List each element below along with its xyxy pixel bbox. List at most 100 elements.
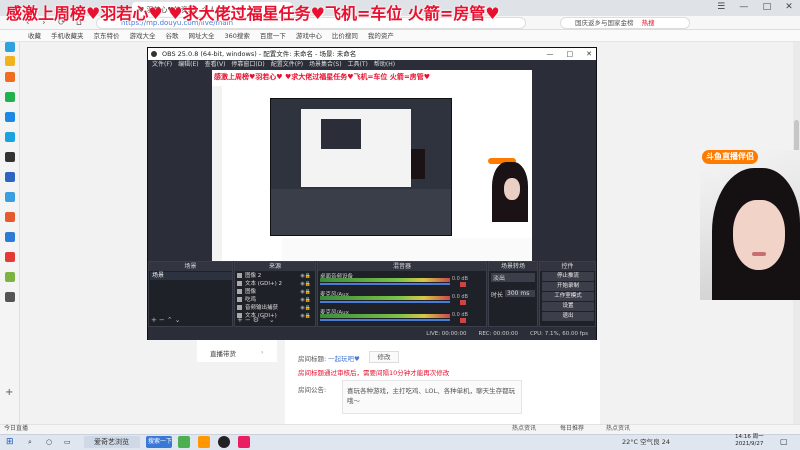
status-item[interactable]: 热点资讯	[512, 424, 536, 434]
source-item[interactable]: 文本 (GDI+) 2 ◉🔒	[237, 280, 313, 288]
sidebar-app-icon[interactable]	[5, 252, 15, 262]
volume-slider[interactable]	[320, 283, 450, 285]
obs-menu-item[interactable]: 停靠窗口(D)	[231, 60, 264, 70]
transition-select[interactable]: 淡出	[491, 273, 535, 282]
bookmark-item[interactable]: 360搜索	[225, 30, 250, 41]
multitask-icon[interactable]: ▭	[64, 437, 71, 447]
sources-dock: 来源 图像 2 ◉🔒 文本 (GDI+) 2 ◉🔒 图像 ◉🔒 吃鸡 ◉🔒 音频输出捕获…	[234, 261, 316, 327]
bookmark-item[interactable]: 游戏大全	[130, 30, 156, 41]
sidebar-app-icon[interactable]	[5, 212, 15, 222]
remove-icon[interactable]: −	[159, 316, 167, 324]
sources-dock-title: 来源	[235, 262, 315, 271]
duration-input[interactable]: 300 ms	[505, 290, 535, 297]
up-icon[interactable]: ⌃	[167, 316, 175, 324]
down-icon[interactable]: ⌄	[269, 316, 277, 324]
taskbar-app-icon[interactable]	[198, 436, 210, 448]
status-item[interactable]: 每日推荐	[560, 424, 584, 434]
obs-menu-item[interactable]: 查看(V)	[205, 60, 226, 70]
weather-status[interactable]: 22°C 空气良 24	[622, 437, 670, 447]
bookmark-item[interactable]: 网址大全	[189, 30, 215, 41]
start-recording-button[interactable]: 开始录制	[542, 282, 594, 291]
up-icon[interactable]: ⌃	[261, 316, 269, 324]
eye-icon[interactable]: ◉🔒	[300, 296, 311, 304]
windows-start-icon[interactable]: ⊞	[6, 437, 14, 447]
sidebar-app-icon[interactable]	[5, 92, 15, 102]
close-icon[interactable]: ✕	[785, 2, 793, 12]
down-icon[interactable]: ⌄	[175, 316, 183, 324]
sidebar-app-icon[interactable]	[5, 72, 15, 82]
eye-icon[interactable]: ◉🔒	[300, 280, 311, 288]
status-item[interactable]: 热点资讯	[606, 424, 630, 434]
add-icon[interactable]: +	[151, 316, 159, 324]
sidebar-app-icon[interactable]	[5, 292, 15, 302]
sidebar-app-icon[interactable]	[5, 112, 15, 122]
settings-button[interactable]: 设置	[542, 302, 594, 311]
obs-menu-item[interactable]: 帮助(H)	[374, 60, 395, 70]
notice-textarea[interactable]: 喜玩各种游戏，主打吃鸡、LOL、各种单机，聊天生存都玩哦～	[342, 380, 522, 414]
gear-icon[interactable]: ⚙	[253, 316, 261, 324]
stop-streaming-button[interactable]: 停止推流	[542, 272, 594, 281]
obs-menu-item[interactable]: 配置文件(P)	[271, 60, 303, 70]
status-today-live[interactable]: 今日直播	[4, 424, 28, 434]
cpu-status: CPU: 7.1%, 60.00 fps	[529, 331, 588, 337]
bookmark-bar: 收藏 手机收藏夹 京东特价 游戏大全 谷歌 网址大全 360搜索 百度一下 游戏…	[0, 30, 800, 42]
eye-icon[interactable]: ◉🔒	[300, 304, 311, 312]
bookmark-item[interactable]: 谷歌	[166, 30, 179, 41]
bookmark-item[interactable]: 手机收藏夹	[51, 30, 84, 41]
task-view-icon[interactable]: ○	[46, 437, 52, 447]
close-icon[interactable]: ✕	[586, 48, 592, 60]
remove-icon[interactable]: −	[245, 316, 253, 324]
obs-menu-item[interactable]: 文件(F)	[152, 60, 172, 70]
add-icon[interactable]: +	[237, 316, 245, 324]
nav-item-live-shopping[interactable]: 直播带货	[210, 348, 236, 358]
sidebar-app-icon[interactable]	[5, 56, 15, 66]
taskbar-app-icon[interactable]	[238, 436, 250, 448]
source-item[interactable]: 图像 2 ◉🔒	[237, 272, 313, 280]
eye-icon[interactable]: ◉🔒	[300, 272, 311, 280]
sidebar-app-icon[interactable]	[5, 272, 15, 282]
search-input[interactable]: 国庆返乡与国家金榜 热搜	[560, 17, 690, 29]
bookmark-item[interactable]: 百度一下	[260, 30, 286, 41]
volume-slider[interactable]	[320, 319, 450, 321]
obs-menu-item[interactable]: 编辑(E)	[178, 60, 198, 70]
bookmark-item[interactable]: 游戏中心	[296, 30, 322, 41]
taskbar-app-icon[interactable]	[178, 436, 190, 448]
transitions-dock: 场景转场 淡出 时长 300 ms	[488, 261, 538, 327]
obs-menu-item[interactable]: 工具(T)	[348, 60, 368, 70]
volume-slider[interactable]	[320, 301, 450, 303]
bookmark-item[interactable]: 比价搜同	[332, 30, 358, 41]
sidebar-app-icon[interactable]	[5, 42, 15, 52]
exit-button[interactable]: 退出	[542, 312, 594, 321]
studio-mode-button[interactable]: 工作室模式	[542, 292, 594, 301]
mute-icon[interactable]	[460, 282, 466, 287]
eye-icon[interactable]: ◉🔒	[300, 288, 311, 296]
search-icon[interactable]: ⌕	[28, 437, 32, 447]
sidebar-app-icon[interactable]	[5, 132, 15, 142]
notification-icon[interactable]: ▢	[780, 437, 788, 447]
source-item[interactable]: 音频输出捕获 ◉🔒	[237, 304, 313, 312]
taskbar-obs-icon[interactable]	[218, 436, 230, 448]
maximize-icon[interactable]: □	[567, 48, 574, 60]
edit-button[interactable]: 修改	[369, 351, 399, 363]
scene-item[interactable]: 场景	[150, 272, 232, 280]
eye-icon[interactable]: ◉🔒	[300, 312, 311, 320]
mute-icon[interactable]	[460, 318, 466, 323]
sidebar-app-icon[interactable]	[5, 232, 15, 242]
maximize-icon[interactable]: □	[763, 2, 772, 12]
obs-menu-item[interactable]: 场景集合(S)	[309, 60, 342, 70]
bookmark-item[interactable]: 收藏	[28, 30, 41, 41]
bookmark-item[interactable]: 京东特价	[94, 30, 120, 41]
menu-icon[interactable]: ☰	[717, 2, 725, 12]
taskbar-clock[interactable]: 14:16 周一 2021/9/27	[735, 434, 764, 448]
sidebar-app-icon[interactable]	[5, 152, 15, 162]
minimize-icon[interactable]: —	[547, 48, 554, 60]
source-item[interactable]: 图像 ◉🔒	[237, 288, 313, 296]
minimize-icon[interactable]: —	[739, 2, 748, 12]
add-icon[interactable]: +	[5, 387, 13, 398]
source-item[interactable]: 吃鸡 ◉🔒	[237, 296, 313, 304]
mute-icon[interactable]	[460, 300, 466, 305]
obs-preview[interactable]: 感激上周榜♥羽若心♥ ♥求大佬过福星任务♥飞机=车位 火箭=房管♥	[212, 70, 532, 282]
sidebar-app-icon[interactable]	[5, 192, 15, 202]
bookmark-item[interactable]: 我的资产	[368, 30, 394, 41]
sidebar-app-icon[interactable]	[5, 172, 15, 182]
